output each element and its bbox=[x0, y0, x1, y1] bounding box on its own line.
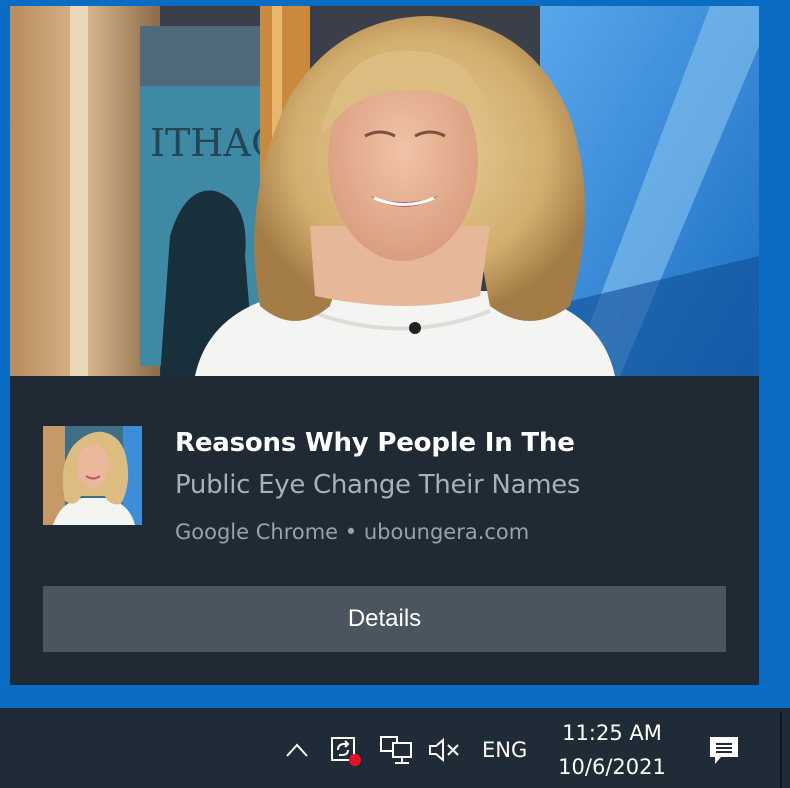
chevron-up-icon[interactable] bbox=[282, 732, 312, 768]
system-clock[interactable]: 11:25 AM 10/6/2021 bbox=[552, 716, 672, 784]
volume-muted-icon[interactable] bbox=[426, 732, 462, 768]
notification-title: Reasons Why People In The bbox=[175, 428, 575, 458]
notification-body: Reasons Why People In The Public Eye Cha… bbox=[43, 426, 743, 556]
notification-subtitle: Public Eye Change Their Names bbox=[175, 470, 581, 500]
show-desktop-divider[interactable] bbox=[780, 712, 782, 788]
language-indicator[interactable]: ENG bbox=[482, 738, 527, 762]
notification-toast[interactable]: ITHACA Reasons Why People In The Public … bbox=[10, 6, 759, 685]
update-icon[interactable] bbox=[326, 732, 364, 768]
notification-thumbnail bbox=[43, 426, 142, 525]
hero-image: ITHACA bbox=[10, 6, 759, 376]
clock-date: 10/6/2021 bbox=[558, 755, 666, 779]
taskbar: ENG 11:25 AM 10/6/2021 bbox=[0, 708, 790, 788]
network-icon[interactable] bbox=[378, 732, 414, 768]
details-button[interactable]: Details bbox=[43, 586, 726, 652]
clock-time: 11:25 AM bbox=[562, 721, 662, 745]
alert-badge-icon bbox=[349, 754, 361, 766]
action-center-icon[interactable] bbox=[706, 732, 742, 768]
notification-attribution: Google Chrome • uboungera.com bbox=[175, 520, 530, 544]
